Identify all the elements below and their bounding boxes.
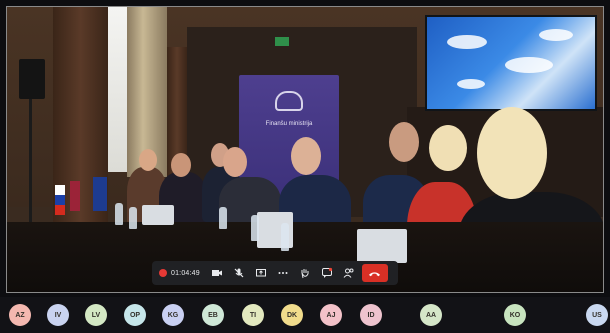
record-dot-icon xyxy=(159,269,167,277)
end-call-button[interactable] xyxy=(361,264,388,282)
hand-icon xyxy=(301,269,309,279)
participant-avatar[interactable]: KG xyxy=(162,304,184,326)
participant-avatar[interactable]: TI xyxy=(242,304,264,326)
participant-avatar[interactable]: OP xyxy=(124,304,146,326)
camera-button[interactable] xyxy=(206,264,228,282)
participant-avatar[interactable]: ID xyxy=(360,304,382,326)
participant-avatar[interactable]: AJ xyxy=(320,304,342,326)
participant-avatar[interactable]: US xyxy=(586,304,608,326)
more-icon xyxy=(278,272,288,274)
share-button[interactable] xyxy=(250,264,272,282)
participant-avatar[interactable]: AA xyxy=(420,304,442,326)
conference-video: Finanšu ministrija xyxy=(7,7,603,292)
chat-button[interactable] xyxy=(316,264,338,282)
participant-avatar[interactable]: LV xyxy=(85,304,107,326)
mute-button[interactable] xyxy=(228,264,250,282)
mic-off-icon xyxy=(234,268,244,278)
recording-indicator: 01:04:49 xyxy=(156,269,206,277)
raise-hand-button[interactable] xyxy=(294,264,316,282)
more-button[interactable] xyxy=(272,264,294,282)
participant-avatar[interactable]: IV xyxy=(47,304,69,326)
participants-button[interactable] xyxy=(338,264,360,282)
participant-avatar[interactable]: DK xyxy=(281,304,303,326)
share-screen-icon xyxy=(255,269,266,277)
hang-up-icon xyxy=(369,271,381,276)
participant-avatar[interactable]: AZ xyxy=(9,304,31,326)
exit-sign xyxy=(275,37,289,46)
camera-icon xyxy=(211,270,222,276)
participant-avatar[interactable]: EB xyxy=(202,304,224,326)
video-frame: Finanšu ministrija 01:04:49 xyxy=(6,6,604,293)
chat-icon xyxy=(321,267,332,278)
participant-avatar[interactable]: KO xyxy=(504,304,526,326)
wall-screen xyxy=(425,15,597,111)
participants-strip: AZ IV LV OP KG EB TI DK AJ ID AA KO US xyxy=(0,297,610,333)
banner-text: Finanšu ministrija xyxy=(265,121,313,127)
coat-of-arms-icon xyxy=(275,91,303,111)
recording-time: 01:04:49 xyxy=(171,269,200,277)
people-icon xyxy=(343,268,354,278)
meeting-toolbar: 01:04:49 xyxy=(152,261,398,285)
speaker xyxy=(19,59,45,99)
